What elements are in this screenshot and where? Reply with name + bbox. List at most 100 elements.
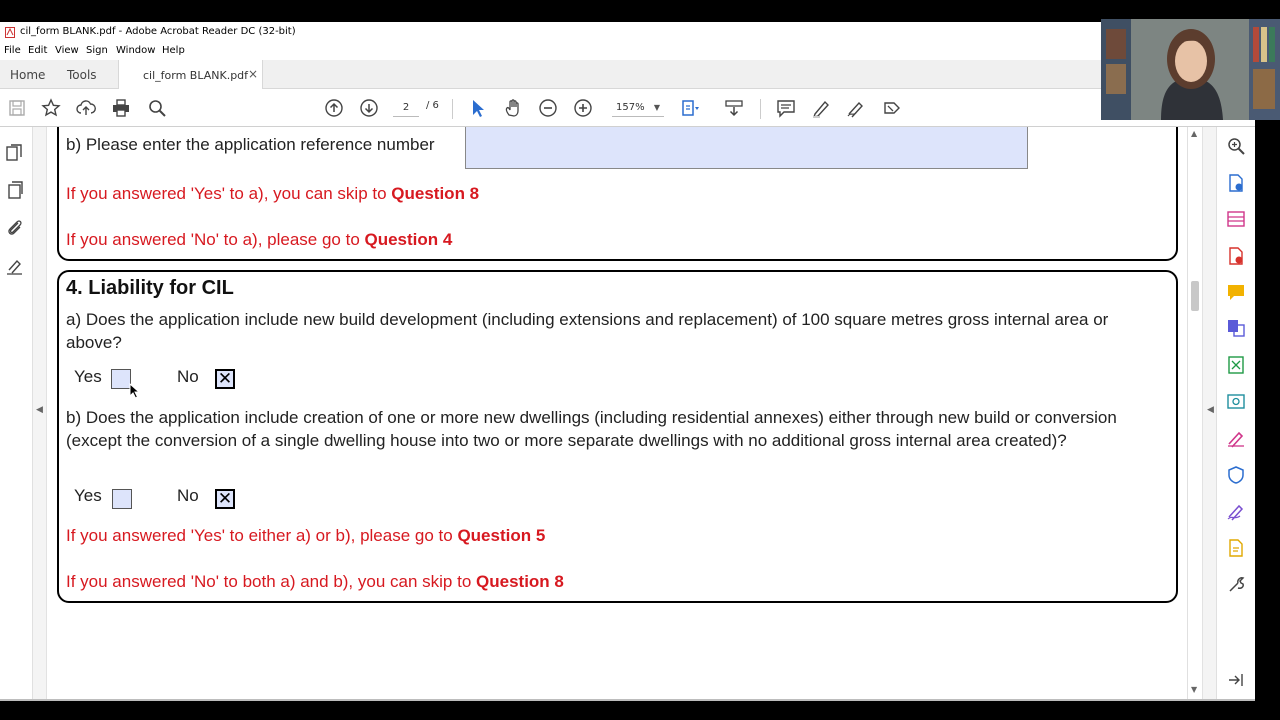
menu-window[interactable]: Window [116,45,155,56]
hand-icon[interactable] [503,98,523,118]
page-total-label: / 6 [426,100,439,111]
q4-note-no-target: Question 8 [476,572,564,591]
q3-note-yes-target: Question 8 [391,184,480,203]
document-copy-icon[interactable] [5,180,25,200]
status-strip [0,699,1255,701]
request-signature-icon[interactable] [1226,501,1246,521]
scroll-down-icon[interactable]: ▼ [1191,685,1197,694]
right-tools-pane [1216,127,1255,699]
send-for-review-icon[interactable] [1226,538,1246,558]
q4-b-no-label: No [177,486,199,505]
tab-document[interactable]: cil_form BLANK.pdf × [118,60,263,89]
scroll-mode-icon[interactable] [724,98,744,118]
zoom-level-value: 157% [616,102,645,113]
comment-tool-icon[interactable] [1226,282,1246,302]
q3-note-yes: If you answered 'Yes' to a), you can ski… [66,184,479,204]
title-bar: cil_form BLANK.pdf - Adobe Acrobat Reade… [0,22,1255,43]
page-up-icon[interactable] [324,98,344,118]
q4-a-no-label: No [177,367,199,386]
acrobat-pdf-icon [5,27,15,38]
application-reference-field[interactable] [465,127,1028,169]
zoom-in-icon[interactable] [573,98,593,118]
tab-home[interactable]: Home [10,68,45,82]
search-icon[interactable] [147,98,167,118]
check-x-icon: ✕ [217,489,233,509]
save-icon[interactable] [7,98,27,118]
q3-note-no-text: If you answered 'No' to a), please go to [66,230,365,249]
webcam-overlay [1101,19,1280,120]
toolbar-divider [452,99,453,119]
q4-heading: 4. Liability for CIL [66,277,234,299]
q4-a-no-checkbox[interactable]: ✕ [215,369,235,389]
toolbar: 2 / 6 157% ▼ [0,89,1255,127]
menu-edit[interactable]: Edit [28,45,47,56]
zoom-level-select[interactable]: 157% ▼ [612,99,664,117]
q3-note-no-target: Question 4 [364,230,453,249]
q4-a-question: a) Does the application include new buil… [66,310,1109,352]
right-panel-toggle[interactable]: ◀ [1202,127,1216,699]
window-title: cil_form BLANK.pdf - Adobe Acrobat Reade… [20,26,296,37]
q3-b-label: b) Please enter the application referenc… [66,135,435,154]
create-pdf-icon[interactable] [1226,246,1246,266]
export-pdf-icon[interactable] [1226,173,1246,193]
close-tab-icon[interactable]: × [248,67,258,81]
menu-view[interactable]: View [55,45,79,56]
q4-note-yes-text: If you answered 'Yes' to either a) or b)… [66,526,458,545]
export-excel-icon[interactable] [1226,355,1246,375]
q4-a-yes-checkbox[interactable] [111,369,131,389]
tab-tools[interactable]: Tools [67,68,97,82]
fit-page-icon[interactable] [680,98,700,118]
scroll-up-icon[interactable]: ▲ [1191,129,1197,138]
q4-b-no-checkbox[interactable]: ✕ [215,489,235,509]
q3-note-yes-text: If you answered 'Yes' to a), you can ski… [66,184,392,203]
check-x-icon: ✕ [217,369,233,389]
menu-sign[interactable]: Sign [86,45,108,56]
left-panel-toggle[interactable]: ◀ [33,127,47,699]
highlight-pen-icon[interactable] [811,98,831,118]
organize-pages-icon[interactable] [1226,209,1246,229]
scrollbar-thumb[interactable] [1191,281,1199,311]
fill-sign-icon[interactable] [1226,428,1246,448]
sign-icon[interactable] [846,98,866,118]
q4-note-yes-target: Question 5 [457,526,546,545]
chevron-down-icon: ▼ [653,103,660,112]
vertical-scrollbar[interactable]: ▲ ▼ [1187,127,1202,699]
edit-pdf-icon[interactable] [1226,391,1246,411]
presenter-video-image [1101,19,1280,120]
comment-icon[interactable] [776,98,796,118]
q4-b-yes-checkbox[interactable] [112,489,132,509]
q4-note-no: If you answered 'No' to both a) and b), … [66,572,564,592]
q3-note-no: If you answered 'No' to a), please go to… [66,230,452,250]
signature-panel-icon[interactable] [5,256,25,276]
page-number-input[interactable]: 2 [393,99,419,117]
combine-files-icon[interactable] [1226,318,1246,338]
q4-b-question: b) Does the application include creation… [66,408,1117,450]
more-tools-wrench-icon[interactable] [1226,575,1246,595]
document-page[interactable]: b) Please enter the application referenc… [47,127,1187,699]
collapse-pane-icon[interactable] [1226,670,1246,690]
bookmark-star-icon[interactable] [41,98,61,118]
left-navigation-pane [0,127,33,699]
q4-b-yes-label: Yes [74,486,102,505]
q4-note-no-text: If you answered 'No' to both a) and b), … [66,572,477,591]
page-thumbnails-icon[interactable] [5,143,25,163]
app-window: cil_form BLANK.pdf - Adobe Acrobat Reade… [0,0,1280,720]
protect-shield-icon[interactable] [1226,465,1246,485]
more-tools-icon[interactable] [882,98,902,118]
menu-file[interactable]: File [4,45,21,56]
document-tab-label: cil_form BLANK.pdf [143,69,249,82]
select-cursor-icon[interactable] [468,98,488,118]
upload-cloud-icon[interactable] [76,98,96,118]
menu-bar: File Edit View Sign Window Help [0,43,1255,60]
print-icon[interactable] [111,98,131,118]
zoom-search-icon[interactable] [1226,136,1246,156]
q4-a-yes-label: Yes [74,367,102,386]
attachment-icon[interactable] [5,217,25,237]
menu-help[interactable]: Help [162,45,185,56]
q4-note-yes: If you answered 'Yes' to either a) or b)… [66,526,545,546]
zoom-out-icon[interactable] [538,98,558,118]
chevron-left-icon: ◀ [1207,405,1214,415]
mouse-pointer-icon [129,383,141,399]
tab-bar: Home Tools cil_form BLANK.pdf × [0,60,1255,89]
page-down-icon[interactable] [359,98,379,118]
